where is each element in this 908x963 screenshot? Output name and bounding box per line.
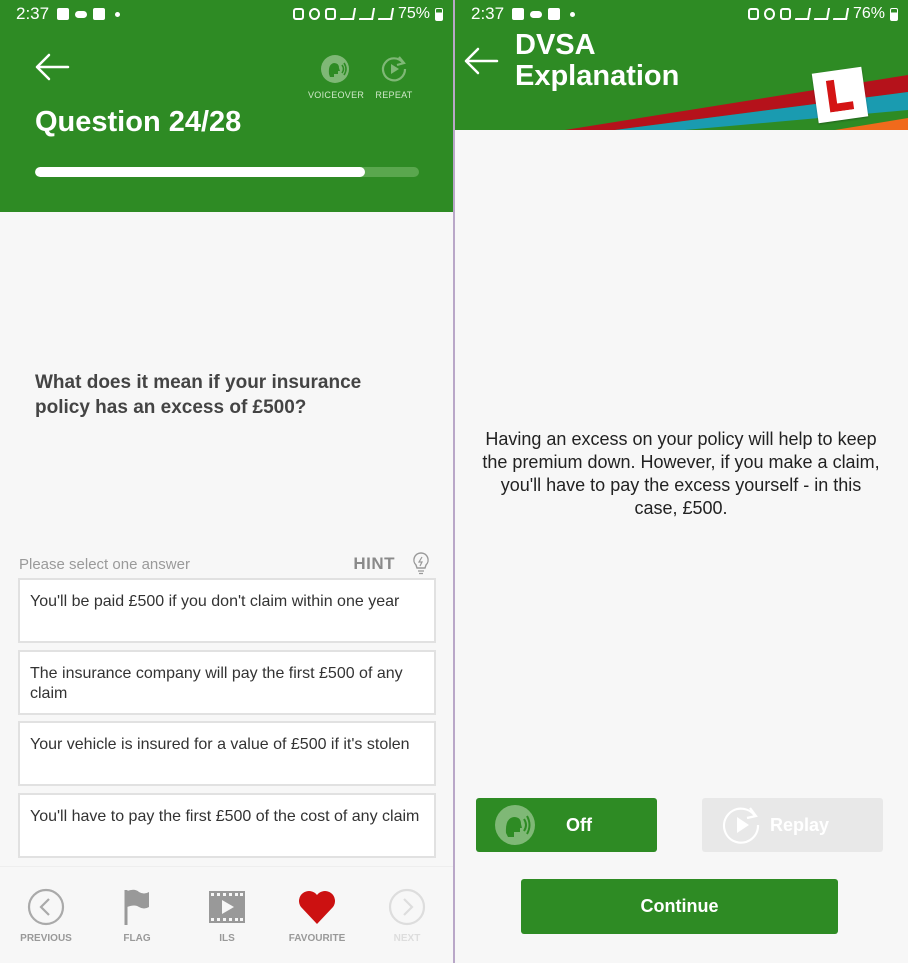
replay-label: Replay xyxy=(770,815,830,835)
answer-option[interactable]: You'll have to pay the first £500 of the… xyxy=(18,793,436,858)
select-instruction: Please select one answer xyxy=(19,556,190,573)
repeat-label: REPEAT xyxy=(375,90,413,100)
progress-fill xyxy=(35,167,366,177)
flag-label: FLAG xyxy=(123,933,151,944)
explanation-text: Having an excess on your policy will hel… xyxy=(482,429,880,518)
gallery-icon xyxy=(57,8,70,20)
notification-dot-icon xyxy=(115,11,121,17)
question-text: What does it mean if your insurance poli… xyxy=(35,372,362,418)
calendar-icon xyxy=(93,8,106,20)
voiceover-toggle-label: Off xyxy=(566,815,592,835)
explanation-title: DVSA Explanation xyxy=(515,30,679,92)
previous-button[interactable]: PREVIOUS xyxy=(6,887,86,944)
ils-label: ILS xyxy=(219,933,235,944)
calendar-icon xyxy=(548,8,561,20)
hint-button[interactable]: HINT xyxy=(353,554,395,574)
title-line-2: Explanation xyxy=(515,60,680,92)
flag-icon xyxy=(124,889,149,925)
answer-instruction-row: Please select one answer HINT xyxy=(19,551,435,575)
alarm-icon xyxy=(763,8,775,20)
title-line-1: DVSA xyxy=(515,29,596,61)
explanation-header: 2:37 76% DVSA Explanation xyxy=(455,0,908,130)
replay-button[interactable]: Replay xyxy=(702,798,883,852)
signal-icon-2 xyxy=(832,8,850,20)
signal-icon xyxy=(358,8,376,20)
heart-icon xyxy=(299,891,335,924)
glasses-icon xyxy=(75,10,88,18)
ils-button[interactable]: ILS xyxy=(187,887,267,944)
voiceover-button[interactable]: VOICEOVER xyxy=(308,54,365,100)
signal-icon-2 xyxy=(377,8,395,20)
voiceover-icon xyxy=(495,805,535,845)
signal-icon xyxy=(813,8,831,20)
mute-icon xyxy=(779,8,791,20)
continue-button[interactable]: Continue xyxy=(521,879,838,934)
battery-percent: 76% xyxy=(852,5,885,22)
wifi-icon xyxy=(794,8,812,20)
answer-option[interactable]: You'll be paid £500 if you don't claim w… xyxy=(18,578,436,643)
previous-label: PREVIOUS xyxy=(20,933,72,944)
chevron-right-circle-icon xyxy=(388,888,426,926)
battery-percent: 75% xyxy=(397,5,430,22)
question-progress-bar xyxy=(35,167,419,177)
chevron-left-circle-icon xyxy=(27,888,65,926)
battery-icon xyxy=(435,7,443,21)
favourite-button[interactable]: FAVOURITE xyxy=(277,887,357,944)
next-label: NEXT xyxy=(393,933,421,944)
learner-plate-logo xyxy=(811,66,869,124)
bottom-navigation: PREVIOUS FLAG ILS FAVOURITE NEXT xyxy=(0,866,453,963)
status-time: 2:37 xyxy=(471,4,505,23)
voiceover-label: VOICEOVER xyxy=(308,90,365,100)
lightbulb-icon[interactable] xyxy=(411,551,431,575)
replay-icon xyxy=(722,807,760,844)
voiceover-toggle-button[interactable]: Off xyxy=(476,798,657,852)
battery-icon xyxy=(890,7,898,21)
mute-icon xyxy=(324,8,336,20)
question-screen: 2:37 75% VOICEOVER REPEAT Question 24/28… xyxy=(0,0,453,963)
question-header: 2:37 75% VOICEOVER REPEAT Question 24/28 xyxy=(0,0,453,212)
answer-option[interactable]: Your vehicle is insured for a value of £… xyxy=(18,721,436,786)
glasses-icon xyxy=(530,10,543,18)
alarm-icon xyxy=(308,8,320,20)
status-bar: 2:37 76% xyxy=(455,0,908,28)
lock-icon xyxy=(747,8,759,20)
explanation-screen: 2:37 76% DVSA Explanation Having an exce… xyxy=(455,0,908,963)
answer-option[interactable]: The insurance company will pay the first… xyxy=(18,650,436,715)
gallery-icon xyxy=(512,8,525,20)
status-bar: 2:37 75% xyxy=(0,0,453,28)
lock-icon xyxy=(292,8,304,20)
status-time: 2:37 xyxy=(16,4,50,23)
voiceover-icon xyxy=(321,55,349,83)
next-button[interactable]: NEXT xyxy=(367,887,447,944)
back-arrow-icon[interactable] xyxy=(34,52,70,82)
flag-button[interactable]: FLAG xyxy=(97,887,177,944)
notification-dot-icon xyxy=(570,11,576,17)
question-counter-title: Question 24/28 xyxy=(35,106,242,138)
favourite-label: FAVOURITE xyxy=(288,933,346,944)
repeat-icon xyxy=(381,56,407,82)
wifi-icon xyxy=(339,8,357,20)
video-film-icon xyxy=(209,891,245,923)
learner-l-icon xyxy=(825,79,855,113)
back-arrow-icon[interactable] xyxy=(463,46,499,76)
repeat-button[interactable]: REPEAT xyxy=(372,54,416,100)
